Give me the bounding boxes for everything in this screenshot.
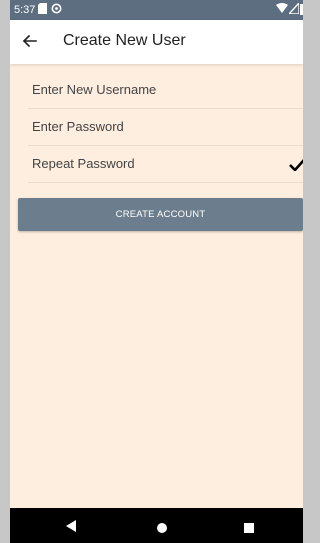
triangle-back-icon[interactable] xyxy=(66,519,76,537)
username-field[interactable]: Enter New Username xyxy=(28,72,303,109)
password-placeholder: Enter Password xyxy=(32,119,124,134)
repeat-password-placeholder: Repeat Password xyxy=(32,156,135,171)
page-title: Create New User xyxy=(63,32,186,49)
arrow-back-icon[interactable] xyxy=(21,32,39,55)
signal-icon xyxy=(287,1,300,17)
square-recents-icon[interactable] xyxy=(244,520,254,538)
repeat-password-field[interactable]: Repeat Password xyxy=(28,146,303,183)
create-account-button[interactable]: CREATE ACCOUNT xyxy=(18,198,303,231)
sync-icon xyxy=(51,3,62,17)
wifi-icon xyxy=(276,3,288,17)
battery-icon xyxy=(300,3,303,18)
password-field[interactable]: Enter Password xyxy=(28,109,303,146)
phone-screen: 5:37 Create New User Enter New Username … xyxy=(10,0,303,543)
status-bar: 5:37 xyxy=(10,0,303,20)
circle-home-icon[interactable] xyxy=(157,520,167,538)
status-time: 5:37 xyxy=(14,4,36,16)
app-bar: Create New User xyxy=(10,20,303,64)
check-icon xyxy=(289,158,303,176)
username-placeholder: Enter New Username xyxy=(32,82,157,97)
navigation-bar xyxy=(10,508,303,543)
sd-card-icon xyxy=(38,3,47,17)
